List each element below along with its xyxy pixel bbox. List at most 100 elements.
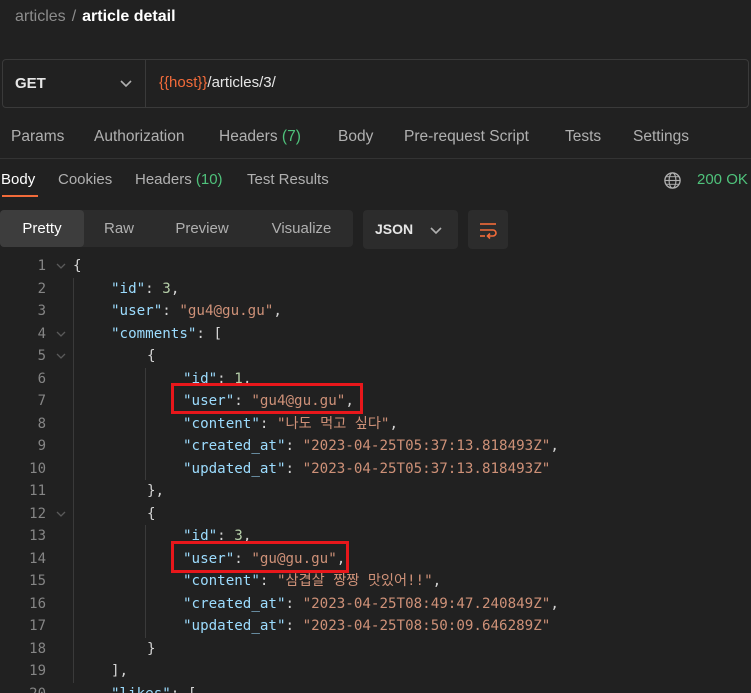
line-number: 4: [37, 325, 46, 342]
line-number: 13: [29, 528, 46, 544]
response-tab-headers-label: Headers: [135, 171, 192, 188]
divider: [0, 158, 751, 159]
code-line: 8 "content": "나도 먹고 싶다",: [0, 413, 751, 435]
line-number: 12: [29, 505, 46, 522]
line-number: 2: [37, 280, 46, 297]
globe-icon[interactable]: [663, 171, 682, 190]
line-number: 18: [29, 640, 46, 657]
code-text: "id": 3,: [111, 280, 180, 297]
indent-guide: [145, 525, 146, 638]
code-line: 19],: [0, 660, 751, 682]
wrap-lines-button[interactable]: [468, 210, 508, 249]
code-line: 5{: [0, 345, 751, 367]
fold-chevron-icon[interactable]: [55, 328, 67, 340]
code-text: "user": "gu4@gu.gu",: [111, 303, 282, 319]
request-tabs: Params Authorization Headers (7) Body Pr…: [0, 128, 751, 156]
response-tabs: Body Cookies Headers (10) Test Results: [0, 171, 751, 197]
response-headers-count-badge: (10): [195, 171, 223, 188]
response-tab-test-results[interactable]: Test Results: [247, 171, 329, 188]
response-tab-cookies[interactable]: Cookies: [58, 171, 112, 188]
line-number: 11: [29, 483, 46, 499]
code-text: "comments": [: [111, 325, 223, 342]
fold-chevron-icon[interactable]: [55, 508, 67, 520]
line-number: 14: [29, 550, 46, 567]
highlight-box: [171, 541, 349, 573]
breadcrumb-collection[interactable]: articles: [15, 8, 66, 25]
code-line: 20 "likes": [: [0, 683, 751, 693]
status-badge[interactable]: 200 OK: [697, 171, 748, 188]
code-line: 18}: [0, 638, 751, 660]
code-line: 10 "updated_at": "2023-04-25T05:37:13.818…: [0, 458, 751, 480]
line-number: 10: [29, 460, 46, 477]
request-title[interactable]: article detail: [82, 8, 175, 25]
line-number: 9: [37, 438, 46, 454]
code-line: 7 "user": "gu4@gu.gu",: [0, 390, 751, 412]
code-text: {: [147, 348, 156, 364]
code-line: 3 "user": "gu4@gu.gu",: [0, 300, 751, 322]
tab-body[interactable]: Body: [338, 128, 373, 146]
code-text: "content": "나도 먹고 싶다",: [183, 415, 398, 432]
code-text: {: [147, 505, 156, 522]
format-label: JSON: [375, 221, 414, 237]
url-path: /articles/3/: [207, 74, 276, 91]
code-line: 2 "id": 3,: [0, 278, 751, 300]
tab-headers[interactable]: Headers (7): [219, 128, 301, 146]
line-number: 5: [37, 348, 46, 364]
method-select[interactable]: GET: [3, 60, 146, 107]
line-number: 16: [29, 595, 46, 612]
line-number: 8: [37, 415, 46, 432]
view-raw-button[interactable]: Raw: [84, 210, 154, 247]
line-number: 6: [37, 370, 46, 387]
line-number: 15: [29, 573, 46, 589]
code-text: ],: [111, 663, 129, 679]
breadcrumb-separator: /: [71, 8, 77, 25]
line-number: 7: [37, 393, 46, 409]
line-number: 1: [37, 258, 46, 274]
breadcrumb: articles / article detail: [15, 8, 176, 26]
line-number: 20: [0, 683, 46, 693]
format-select[interactable]: JSON: [363, 210, 458, 249]
code-line: 1{: [0, 255, 751, 277]
url-input[interactable]: {{host}}/articles/3/: [159, 74, 276, 91]
tab-settings[interactable]: Settings: [633, 128, 689, 146]
wrap-lines-icon: [480, 223, 497, 240]
code-text: "created_at": "2023-04-25T08:49:47.24084…: [183, 595, 559, 612]
code-line: 14 "user": "gu@gu.gu",: [0, 548, 751, 570]
code-line: 12 {: [0, 503, 751, 525]
code-line: 11},: [0, 480, 751, 502]
code-text: {: [73, 258, 82, 274]
response-tab-headers[interactable]: Headers (10): [135, 171, 223, 188]
tab-tests[interactable]: Tests: [565, 128, 601, 146]
tab-authorization[interactable]: Authorization: [94, 128, 184, 146]
url-variable: {{host}}: [159, 74, 208, 91]
code-line: 16 "created_at": "2023-04-25T08:49:47.240…: [0, 593, 751, 615]
code-text: "updated_at": "2023-04-25T05:37:13.81849…: [183, 460, 551, 477]
chevron-down-icon: [120, 80, 132, 88]
response-body-code[interactable]: 1{2 "id": 3, 3 "user": "gu4@gu.gu", 4 "commen…: [0, 255, 751, 693]
tab-headers-label: Headers: [219, 128, 278, 145]
code-text: },: [147, 483, 165, 499]
fold-chevron-icon[interactable]: [55, 350, 67, 362]
tab-params[interactable]: Params: [11, 128, 64, 146]
line-number: 3: [37, 303, 46, 319]
code-line: 9 "created_at": "2023-04-25T05:37:13.8184…: [0, 435, 751, 457]
code-text: }: [147, 640, 156, 657]
line-number: 17: [29, 618, 46, 634]
active-tab-indicator: [2, 195, 38, 197]
view-pretty-button[interactable]: Pretty: [0, 210, 84, 247]
headers-count-badge: (7): [281, 128, 301, 145]
highlight-box: [171, 383, 363, 414]
chevron-down-icon: [430, 227, 442, 235]
view-preview-button[interactable]: Preview: [154, 210, 250, 247]
fold-chevron-icon[interactable]: [55, 260, 67, 272]
url-bar: GET {{host}}/articles/3/: [2, 59, 749, 108]
view-visualize-button[interactable]: Visualize: [250, 210, 353, 247]
code-text: "updated_at": "2023-04-25T08:50:09.64628…: [183, 618, 551, 634]
code-text: "likes": [: [111, 683, 196, 693]
view-mode-selector: Pretty Raw Preview Visualize: [0, 210, 353, 247]
indent-guide: [73, 277, 74, 683]
indent-guide: [145, 367, 146, 480]
tab-pre-request-script[interactable]: Pre-request Script: [404, 128, 529, 146]
response-tab-body[interactable]: Body: [1, 171, 35, 188]
code-line: 4 "comments": [: [0, 323, 751, 345]
